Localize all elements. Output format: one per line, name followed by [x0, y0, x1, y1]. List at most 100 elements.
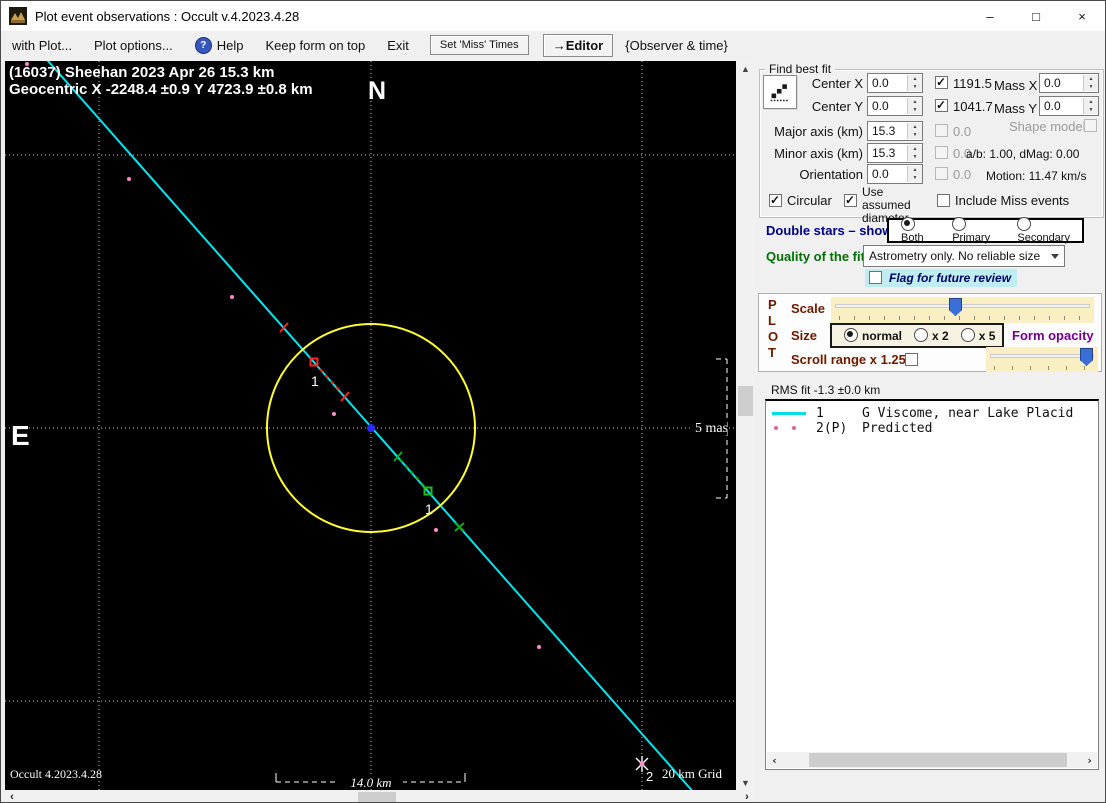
- spin-down-icon[interactable]: ▼: [907, 106, 922, 114]
- observation-number: 2(P): [816, 421, 848, 436]
- ab-dmag-label: a/b: 1.00, dMag: 0.00: [966, 147, 1080, 161]
- plot-vertical-scrollbar[interactable]: ▲ ▼: [737, 61, 754, 790]
- radio-both[interactable]: Both: [901, 217, 938, 244]
- mass-y-spinner[interactable]: 0.0 ▲ ▼: [1039, 96, 1099, 116]
- radio-secondary[interactable]: Secondary: [1017, 217, 1082, 244]
- quality-label: Quality of the fit: [766, 249, 865, 264]
- set-miss-times-button[interactable]: Set 'Miss' Times: [429, 35, 529, 55]
- minor-axis-spinner[interactable]: 15.3 ▲ ▼: [867, 143, 923, 163]
- pink-dot-swatch: [792, 426, 796, 430]
- circular-label: Circular: [787, 193, 832, 208]
- shape-model-label: Shape model: [1009, 119, 1086, 134]
- spin-up-icon[interactable]: ▲: [907, 166, 922, 174]
- chord1-label-b: 1: [425, 501, 433, 517]
- orientation-spinner[interactable]: 0.0 ▲ ▼: [867, 164, 923, 184]
- mas-bracket-label: 5 mas: [695, 421, 728, 436]
- opacity-slider-thumb[interactable]: [1080, 348, 1093, 366]
- center-x-spinner[interactable]: 0.0 ▲ ▼: [867, 73, 923, 93]
- plot-letter-l: L: [768, 313, 776, 328]
- spin-down-icon[interactable]: ▼: [907, 83, 922, 91]
- quality-dropdown[interactable]: Astrometry only. No reliable size: [863, 245, 1065, 267]
- horizontal-scroll-thumb[interactable]: [358, 792, 396, 802]
- minimize-icon[interactable]: –: [967, 1, 1013, 31]
- center-point: [367, 424, 375, 432]
- center-y-label: Center Y: [811, 99, 863, 114]
- spin-down-icon[interactable]: ▼: [907, 153, 922, 161]
- spin-down-icon[interactable]: ▼: [907, 131, 922, 139]
- fit-orientation-checkbox: [935, 167, 948, 180]
- mass-x-spinner[interactable]: 0.0 ▲ ▼: [1039, 73, 1099, 93]
- fit-chart-icon: [770, 84, 788, 102]
- scroll-range-label: Scroll range x 1.25: [791, 352, 906, 367]
- scale-bar-label: 14.0 km: [350, 775, 391, 790]
- plot-letter-p: P: [768, 297, 777, 312]
- plot-canvas[interactable]: 2 1 1 (16037) Sheehan 2023 Apr 26 15.3 k…: [5, 52, 736, 802]
- scroll-right-icon[interactable]: ›: [740, 791, 754, 802]
- radio-both-icon: [901, 217, 915, 231]
- menu-help[interactable]: ? Help: [184, 33, 255, 58]
- shape-model-checkbox: [1084, 119, 1097, 132]
- size-x5[interactable]: x 5: [960, 328, 995, 343]
- scale-slider-thumb[interactable]: [949, 298, 962, 316]
- spin-up-icon[interactable]: ▲: [907, 123, 922, 131]
- close-icon[interactable]: ×: [1059, 1, 1105, 31]
- fit-y-checkbox[interactable]: [935, 98, 948, 112]
- title-bar: Plot event observations : Occult v.4.202…: [1, 1, 1105, 31]
- rms-fit-label: RMS fit -1.3 ±0.0 km: [771, 383, 881, 397]
- spin-up-icon[interactable]: ▲: [907, 75, 922, 83]
- fit-y-value: 1041.7: [953, 99, 993, 114]
- menu-plot-options[interactable]: Plot options...: [83, 34, 184, 57]
- legend-scroll-thumb[interactable]: [809, 753, 1067, 767]
- size-radio-group: normal x 2 x 5: [830, 323, 1004, 348]
- size-normal[interactable]: normal: [844, 328, 902, 343]
- minor-axis-label: Minor axis (km): [774, 146, 863, 161]
- form-opacity-slider[interactable]: [986, 347, 1098, 372]
- mass-x-label: Mass X: [994, 78, 1038, 93]
- observations-list[interactable]: 1 G Viscome, near Lake Placid 2(P) Predi…: [765, 399, 1099, 770]
- vertical-scroll-thumb[interactable]: [738, 386, 753, 416]
- plot-version-label: Occult 4.2023.4.28: [10, 767, 102, 781]
- spin-down-icon[interactable]: ▼: [907, 174, 922, 182]
- center-y-spinner[interactable]: 0.0 ▲ ▼: [867, 96, 923, 116]
- plot-title-line2: Geocentric X -2248.4 ±0.9 Y 4723.9 ±0.8 …: [9, 81, 313, 98]
- radio-primary[interactable]: Primary: [952, 217, 1003, 244]
- scroll-left-icon[interactable]: ‹: [767, 752, 782, 768]
- plot-title-line1: (16037) Sheehan 2023 Apr 26 15.3 km: [9, 64, 274, 81]
- size-x2[interactable]: x 2: [914, 328, 949, 343]
- scroll-left-icon[interactable]: ‹: [5, 791, 19, 802]
- menu-exit[interactable]: Exit: [376, 34, 420, 57]
- spin-up-icon[interactable]: ▲: [1083, 98, 1098, 106]
- scroll-range-checkbox[interactable]: [905, 353, 918, 366]
- spin-up-icon[interactable]: ▲: [907, 98, 922, 106]
- find-best-fit-button[interactable]: [763, 75, 797, 109]
- maximize-icon[interactable]: □: [1013, 1, 1059, 31]
- grid-scale-label: 20 km Grid: [662, 766, 722, 781]
- fit-x-checkbox[interactable]: [935, 75, 948, 89]
- size-x2-icon: [914, 328, 929, 342]
- observation-name: G Viscome, near Lake Placid: [862, 406, 1074, 421]
- scroll-up-icon[interactable]: ▲: [737, 61, 754, 76]
- major-axis-spinner[interactable]: 15.3 ▲ ▼: [867, 121, 923, 141]
- spin-up-icon[interactable]: ▲: [1083, 75, 1098, 83]
- spin-down-icon[interactable]: ▼: [1083, 106, 1098, 114]
- menu-keep-on-top[interactable]: Keep form on top: [255, 34, 377, 57]
- include-miss-checkbox[interactable]: [937, 194, 950, 207]
- motion-label: Motion: 11.47 km/s: [986, 169, 1087, 183]
- scroll-down-icon[interactable]: ▼: [737, 775, 754, 790]
- orientation-label: Orientation: [799, 167, 863, 182]
- menu-with-plot[interactable]: with Plot...: [1, 34, 83, 57]
- editor-button[interactable]: →Editor: [542, 33, 614, 57]
- spin-down-icon[interactable]: ▼: [1083, 83, 1098, 91]
- radio-secondary-icon: [1017, 217, 1032, 231]
- fit-minor-checkbox: [935, 146, 948, 159]
- scroll-right-icon[interactable]: ›: [1082, 752, 1097, 768]
- fit-x-value: 1191.5: [953, 76, 992, 91]
- scale-slider[interactable]: [831, 297, 1094, 323]
- flag-review-checkbox[interactable]: [869, 271, 882, 284]
- use-assumed-checkbox[interactable]: [844, 193, 857, 207]
- legend-horizontal-scrollbar[interactable]: ‹ ›: [767, 752, 1097, 768]
- plot-letter-t: T: [768, 345, 776, 360]
- spin-up-icon[interactable]: ▲: [907, 145, 922, 153]
- plot-horizontal-scrollbar[interactable]: ‹ ›: [5, 791, 754, 802]
- circular-checkbox[interactable]: [769, 193, 782, 207]
